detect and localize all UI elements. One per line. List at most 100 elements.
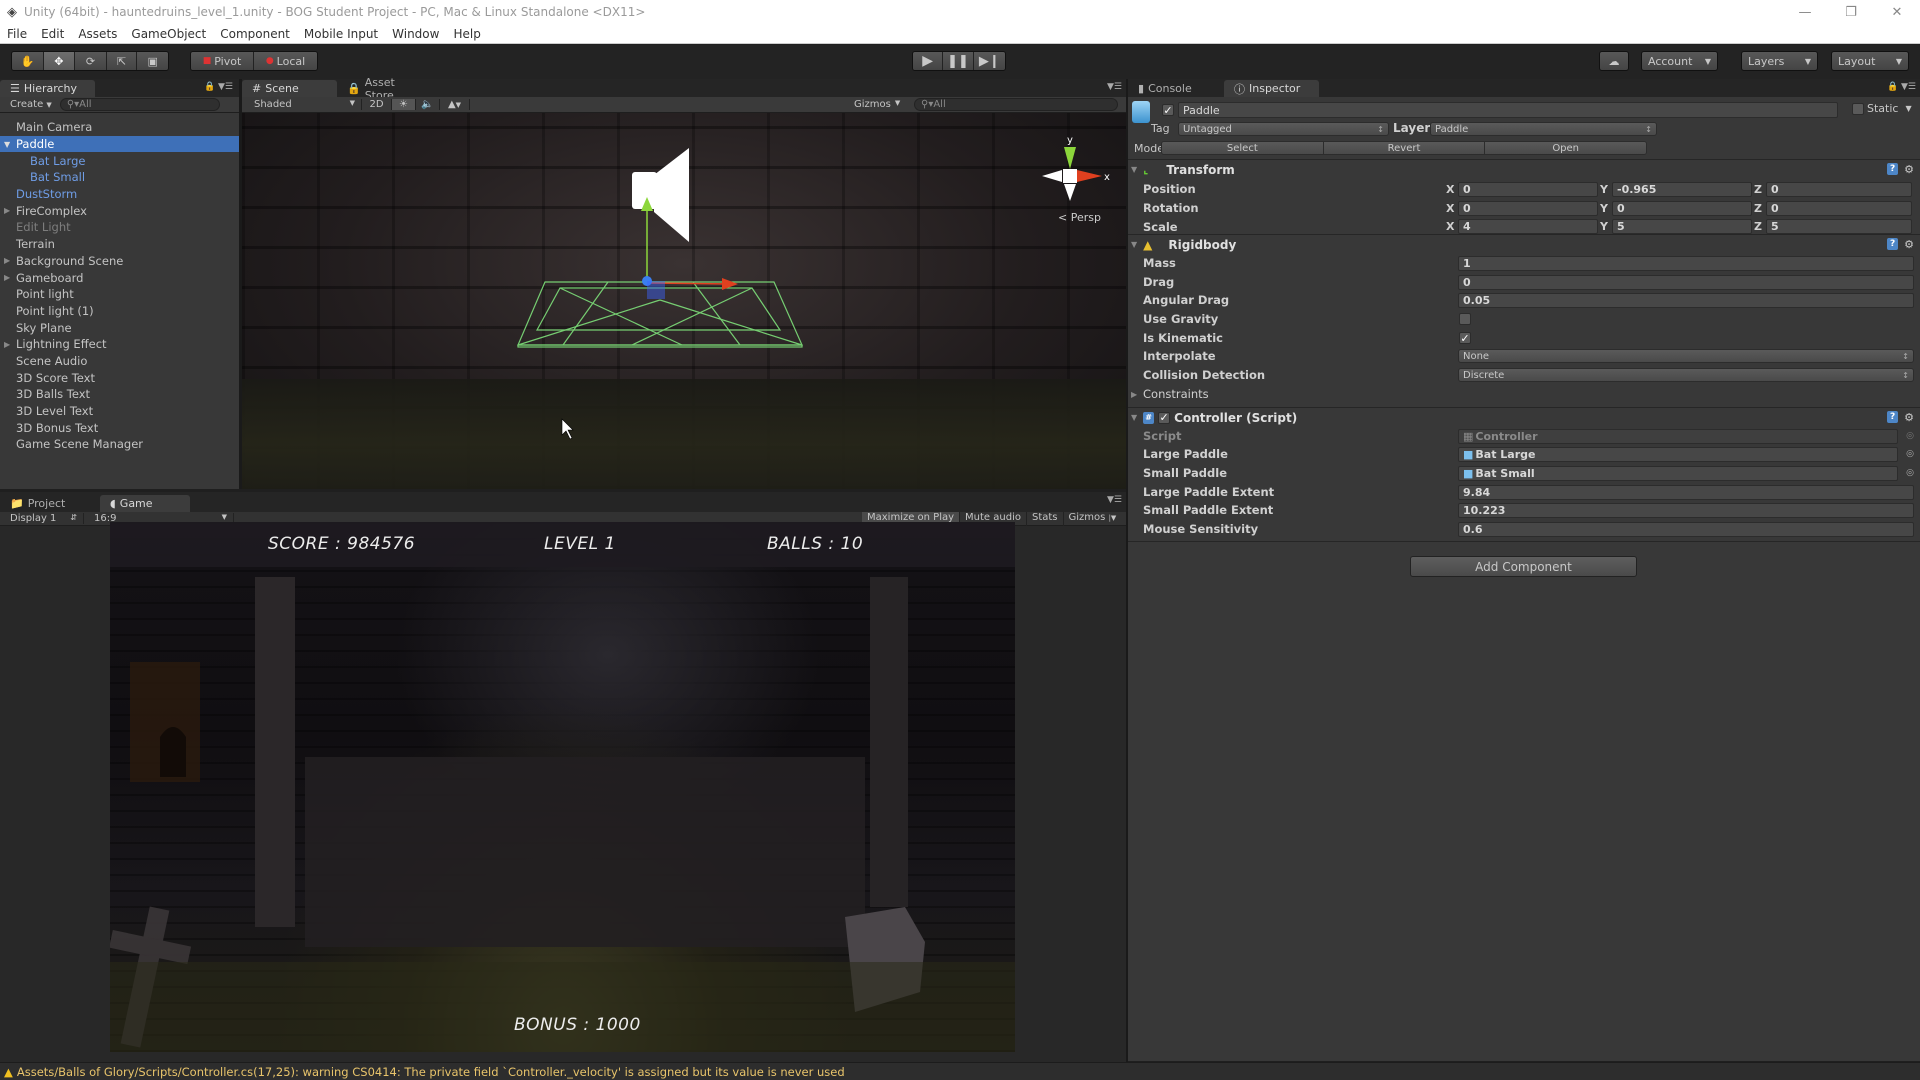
small-extent-input[interactable]: 10.223 <box>1458 502 1914 518</box>
hierarchy-item[interactable]: 3D Level Text <box>0 403 239 420</box>
game-gizmos-dropdown[interactable]: Gizmos |▼ <box>1064 512 1122 526</box>
effects-dropdown[interactable]: ▲▼ <box>440 99 470 110</box>
controller-header[interactable]: ▼ # ✓ Controller (Script) ? ⚙ <box>1128 407 1920 427</box>
menu-window[interactable]: Window <box>385 27 446 41</box>
collapsed-triangle-icon[interactable]: ▶ <box>4 273 10 282</box>
hierarchy-item[interactable]: ▶ Lightning Effect <box>0 336 239 353</box>
restore-button[interactable]: ❐ <box>1828 0 1874 24</box>
is-kinematic-checkbox[interactable]: ✓ <box>1459 332 1471 345</box>
gizmos-dropdown[interactable]: Gizmos ▼ <box>854 99 904 110</box>
menu-edit[interactable]: Edit <box>34 27 71 41</box>
transform-z-input[interactable]: 0 <box>1766 181 1912 197</box>
hierarchy-item[interactable]: ▶ Background Scene <box>0 253 239 270</box>
menu-component[interactable]: Component <box>213 27 297 41</box>
projection-label[interactable]: < Persp <box>1058 211 1101 224</box>
2d-toggle[interactable]: 2D <box>362 99 392 110</box>
transform-x-input[interactable]: 0 <box>1458 181 1598 197</box>
static-toggle[interactable]: Static ▼ <box>1852 102 1912 115</box>
object-picker-icon[interactable]: ◎ <box>1906 449 1914 459</box>
model-select-button[interactable]: Select <box>1162 142 1324 154</box>
collision-dropdown[interactable]: Discrete <box>1458 368 1914 383</box>
close-button[interactable]: ✕ <box>1874 0 1920 24</box>
menu-assets[interactable]: Assets <box>71 27 124 41</box>
tab-project[interactable]: 📁 Project <box>0 495 100 512</box>
transform-z-input[interactable]: 0 <box>1766 200 1912 216</box>
hierarchy-item[interactable]: ▶ Gameboard <box>0 269 239 286</box>
hierarchy-item[interactable]: Point light (1) <box>0 303 239 320</box>
help-icon[interactable]: ? <box>1887 163 1899 175</box>
shading-dropdown[interactable]: Shaded ▼ <box>242 99 362 110</box>
model-revert-button[interactable]: Revert <box>1323 142 1486 154</box>
gear-icon[interactable]: ⚙ <box>1904 238 1914 251</box>
panel-options-icon[interactable]: 🔒 ▼☰ <box>1887 82 1916 92</box>
lighting-toggle[interactable]: ☀ <box>392 99 416 110</box>
step-button[interactable]: ▶❙ <box>973 52 1005 70</box>
tag-dropdown[interactable]: Untagged <box>1178 122 1389 136</box>
mass-input[interactable]: 1 <box>1458 255 1914 271</box>
layer-dropdown[interactable]: Paddle <box>1430 122 1657 136</box>
menu-mobile-input[interactable]: Mobile Input <box>297 27 385 41</box>
hierarchy-item[interactable]: ▶ FireComplex <box>0 202 239 219</box>
rect-tool-button[interactable]: ▣ <box>137 52 168 70</box>
add-component-button[interactable]: Add Component <box>1410 556 1637 577</box>
expanded-triangle-icon[interactable]: ▼ <box>4 140 10 149</box>
hierarchy-item[interactable]: Bat Small <box>0 169 239 186</box>
hierarchy-item[interactable]: Main Camera <box>0 119 239 136</box>
constraints-foldout[interactable]: ▶ Constraints <box>1128 385 1920 404</box>
transform-x-input[interactable]: 0 <box>1458 200 1598 216</box>
hierarchy-item[interactable]: Sky Plane <box>0 319 239 336</box>
transform-y-input[interactable]: 0 <box>1612 200 1752 216</box>
large-extent-input[interactable]: 9.84 <box>1458 484 1914 500</box>
menu-gameobject[interactable]: GameObject <box>124 27 213 41</box>
status-bar[interactable]: ▲ Assets/Balls of Glory/Scripts/Controll… <box>0 1062 1920 1080</box>
sensitivity-input[interactable]: 0.6 <box>1458 521 1914 537</box>
pause-button[interactable]: ❚❚ <box>943 52 974 70</box>
tab-game[interactable]: ◖ Game <box>100 495 190 512</box>
tab-inspector[interactable]: ⓘ Inspector <box>1224 80 1319 97</box>
layout-dropdown[interactable]: Layout ▼ <box>1831 51 1909 71</box>
tab-scene[interactable]: # Scene <box>242 80 337 97</box>
use-gravity-checkbox[interactable] <box>1459 313 1471 325</box>
display-dropdown[interactable]: Display 1 ⇵ <box>0 513 84 524</box>
hierarchy-item[interactable]: 3D Bonus Text <box>0 419 239 436</box>
audio-toggle[interactable]: 🔈 <box>416 99 440 110</box>
tab-hierarchy[interactable]: ☰ Hierarchy <box>0 80 95 97</box>
model-open-button[interactable]: Open <box>1485 142 1646 154</box>
transform-header[interactable]: ▼ ⌞ Transform ? ⚙ <box>1128 159 1920 179</box>
hierarchy-item[interactable]: 3D Score Text <box>0 369 239 386</box>
create-dropdown[interactable]: Create ▼ <box>10 99 52 110</box>
object-picker-icon[interactable]: ◎ <box>1906 431 1914 441</box>
scale-tool-button[interactable]: ⇱ <box>106 52 138 70</box>
collapsed-triangle-icon[interactable]: ▶ <box>4 206 10 215</box>
panel-options-icon[interactable]: ▼☰ <box>1107 82 1122 92</box>
hierarchy-item[interactable]: Bat Large <box>0 152 239 169</box>
help-icon[interactable]: ? <box>1887 411 1899 423</box>
rotate-tool-button[interactable]: ⟳ <box>75 52 107 70</box>
stats-toggle[interactable]: Stats <box>1027 511 1064 526</box>
hierarchy-search-input[interactable]: ⚲▾ All <box>59 98 220 111</box>
layers-dropdown[interactable]: Layers ▼ <box>1741 51 1818 71</box>
hierarchy-item[interactable]: Point light <box>0 286 239 303</box>
collapsed-triangle-icon[interactable]: ▶ <box>4 340 10 349</box>
hand-tool-button[interactable]: ✋ <box>12 52 44 70</box>
local-toggle[interactable]: ● Local <box>254 52 317 70</box>
account-dropdown[interactable]: Account ▼ <box>1641 51 1718 71</box>
collapsed-triangle-icon[interactable]: ▶ <box>4 256 10 265</box>
active-checkbox[interactable]: ✓ <box>1162 104 1174 117</box>
small-paddle-field[interactable]: ■ Bat Small <box>1458 465 1898 481</box>
minimize-button[interactable]: — <box>1782 0 1828 24</box>
large-paddle-field[interactable]: ■ Bat Large <box>1458 446 1898 462</box>
cloud-button[interactable]: ☁ <box>1599 51 1629 71</box>
pivot-toggle[interactable]: ■ Pivot <box>191 52 255 70</box>
play-button[interactable]: ▶ <box>913 52 944 70</box>
static-checkbox[interactable] <box>1852 102 1864 115</box>
menu-help[interactable]: Help <box>446 27 487 41</box>
interpolate-dropdown[interactable]: None <box>1458 349 1914 364</box>
hierarchy-item[interactable]: Game Scene Manager <box>0 436 239 453</box>
panel-options-icon[interactable]: 🔒 ▼☰ <box>204 82 233 92</box>
transform-y-input[interactable]: -0.965 <box>1612 181 1752 197</box>
game-viewport[interactable]: SCORE : 984576 LEVEL 1 BALLS : 10 BONUS … <box>110 522 1015 1052</box>
plane-handle[interactable] <box>647 281 665 299</box>
scene-viewport[interactable]: y x < Persp <box>242 113 1126 489</box>
move-tool-button[interactable]: ✥ <box>43 52 76 70</box>
